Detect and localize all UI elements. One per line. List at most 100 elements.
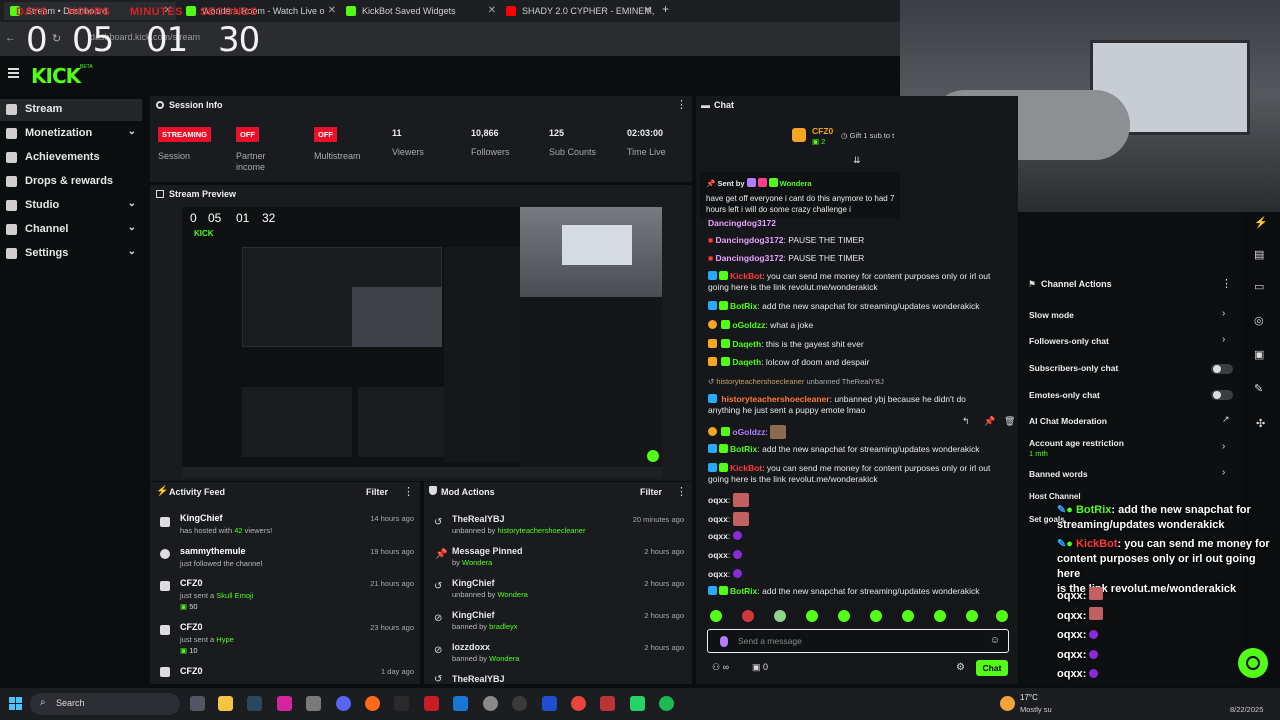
more-options-icon[interactable]: ⋮ [676,485,687,498]
file-explorer-icon[interactable] [218,696,233,711]
chat-input-placeholder: Send a message [738,636,802,646]
emote-icon[interactable] [710,610,722,622]
emote-icon[interactable] [774,610,786,622]
app-icon[interactable] [394,696,409,711]
activity-filter-button[interactable]: Filter [366,487,388,497]
mod-target[interactable]: TheRealYBJ [452,674,505,684]
delete-icon[interactable]: 🗑 [1004,416,1015,427]
sidebar-item-stream[interactable]: Stream [0,99,142,121]
activity-username[interactable]: KingChief [180,513,223,523]
banned-words-item[interactable]: Banned words [1029,469,1088,479]
kick-logo[interactable]: KICK [31,64,81,88]
windows-start-icon[interactable] [9,697,23,711]
app-icon[interactable] [306,696,321,711]
status-badge-streaming: STREAMING [158,127,211,142]
close-icon[interactable]: ✕ [488,2,496,20]
more-options-icon[interactable]: ⋮ [403,485,414,498]
activity-username[interactable]: CFZ0 [180,666,203,676]
sidebar-item-achievements[interactable]: Achievements [0,147,142,169]
app-icon[interactable] [542,696,557,711]
emote-icon[interactable] [966,610,978,622]
top-gifter-name[interactable]: CFZ0 [812,126,833,136]
followers-only-item[interactable]: Followers-only chat [1029,336,1109,346]
more-options-icon[interactable]: ⋮ [676,98,687,111]
activity-username[interactable]: CFZ0 [180,622,203,632]
sidebar-item-channel[interactable]: Channel ⌄ [0,219,142,241]
subscribers-only-toggle[interactable] [1211,364,1233,374]
browser-tab[interactable]: KickBot Saved Widgets ✕ [340,2,500,20]
mod-target[interactable]: KingChief [452,578,495,588]
clipboard-icon[interactable]: ▤ [1254,248,1264,261]
browser-tab[interactable]: SHADY 2.0 CYPHER - EMINEM, ✕ [500,2,656,20]
sidebar-item-monetization[interactable]: Monetization ⌄ [0,123,142,145]
spotify-icon[interactable] [659,696,674,711]
pin-collapse-icon[interactable]: ⇊ [853,155,861,166]
mod-time: 2 hours ago [644,611,684,620]
stream-preview-video[interactable]: 0 05 01 32 KICK [182,207,662,477]
mod-target[interactable]: Message Pinned [452,546,523,556]
chrome-icon[interactable] [571,696,586,711]
steam-icon[interactable] [247,696,262,711]
mod-target[interactable]: lozzdoxx [452,642,490,652]
people-infinity-icon[interactable]: ⚇ ∞ [712,662,729,673]
puzzle-icon[interactable]: ✣ [1256,417,1265,430]
chevron-right-icon[interactable]: › [1222,441,1225,452]
chevron-right-icon[interactable]: › [1222,334,1225,345]
gift-sub-button[interactable]: ◷ Gift 1 sub to t [841,131,894,140]
emote-icon[interactable] [742,610,754,622]
mod-target[interactable]: KingChief [452,610,495,620]
settings-icon[interactable] [483,696,498,711]
emote-icon[interactable] [838,610,850,622]
emote-icon[interactable] [996,610,1008,622]
reply-icon[interactable]: ↰ [962,416,970,427]
chat-input[interactable]: Send a message ☺ [707,629,1009,653]
pin-message-icon[interactable]: 📌 [984,416,995,427]
close-icon[interactable]: ✕ [328,2,336,20]
whatsapp-icon[interactable] [630,696,645,711]
app-icon[interactable] [453,696,468,711]
taskbar-search[interactable]: ⌕ Search [30,693,180,715]
wrench-icon[interactable]: ✎ [1254,382,1263,395]
ai-moderation-item[interactable]: AI Chat Moderation [1029,416,1107,426]
emoji-icon[interactable]: ☺ [990,635,1000,646]
emotes-only-toggle[interactable] [1211,390,1233,400]
send-chat-button[interactable]: Chat [976,660,1008,676]
mod-filter-button[interactable]: Filter [640,487,662,497]
youtube-favicon-icon [506,6,516,16]
sidebar-item-settings[interactable]: Settings ⌄ [0,243,142,265]
emote-icon[interactable] [806,610,818,622]
emote-icon[interactable] [902,610,914,622]
back-arrow-icon[interactable]: ← [5,32,16,44]
github-icon[interactable] [512,696,527,711]
chat-settings-icon[interactable]: ⚙ [956,662,965,673]
sidebar-item-studio[interactable]: Studio ⌄ [0,195,142,217]
task-view-icon[interactable] [190,696,205,711]
gift-count[interactable]: ▣ 0 [752,662,768,673]
close-icon[interactable]: ✕ [644,2,652,20]
more-options-icon[interactable]: ⋮ [1221,277,1232,290]
broadcast-icon[interactable]: ◎ [1254,314,1264,327]
activity-username[interactable]: CFZ0 [180,578,203,588]
external-link-icon[interactable]: ↗ [1222,414,1230,425]
chevron-right-icon[interactable]: › [1222,308,1225,319]
new-tab-button[interactable]: + [662,2,669,16]
app-icon[interactable] [365,696,380,711]
mod-target[interactable]: TheRealYBJ [452,514,505,524]
reload-icon[interactable]: ↻ [52,32,61,45]
instagram-icon[interactable] [277,696,292,711]
emote-icon[interactable] [934,610,946,622]
sidebar-item-drops[interactable]: Drops & rewards [0,171,142,193]
emote-icon[interactable] [870,610,882,622]
chevron-right-icon[interactable]: › [1222,467,1225,478]
host-channel-item[interactable]: Host Channel [1029,492,1081,501]
discord-icon[interactable] [336,696,351,711]
save-icon[interactable]: ▣ [1254,348,1264,361]
lightning-icon[interactable]: ⚡ [1254,216,1268,229]
activity-username[interactable]: sammythemule [180,546,246,556]
account-age-item[interactable]: Account age restriction [1029,438,1124,448]
app-icon[interactable] [600,696,615,711]
app-icon[interactable] [424,696,439,711]
support-chat-icon[interactable] [1238,648,1268,678]
slow-mode-item[interactable]: Slow mode [1029,310,1074,320]
chat-icon[interactable]: ▭ [1254,280,1264,293]
